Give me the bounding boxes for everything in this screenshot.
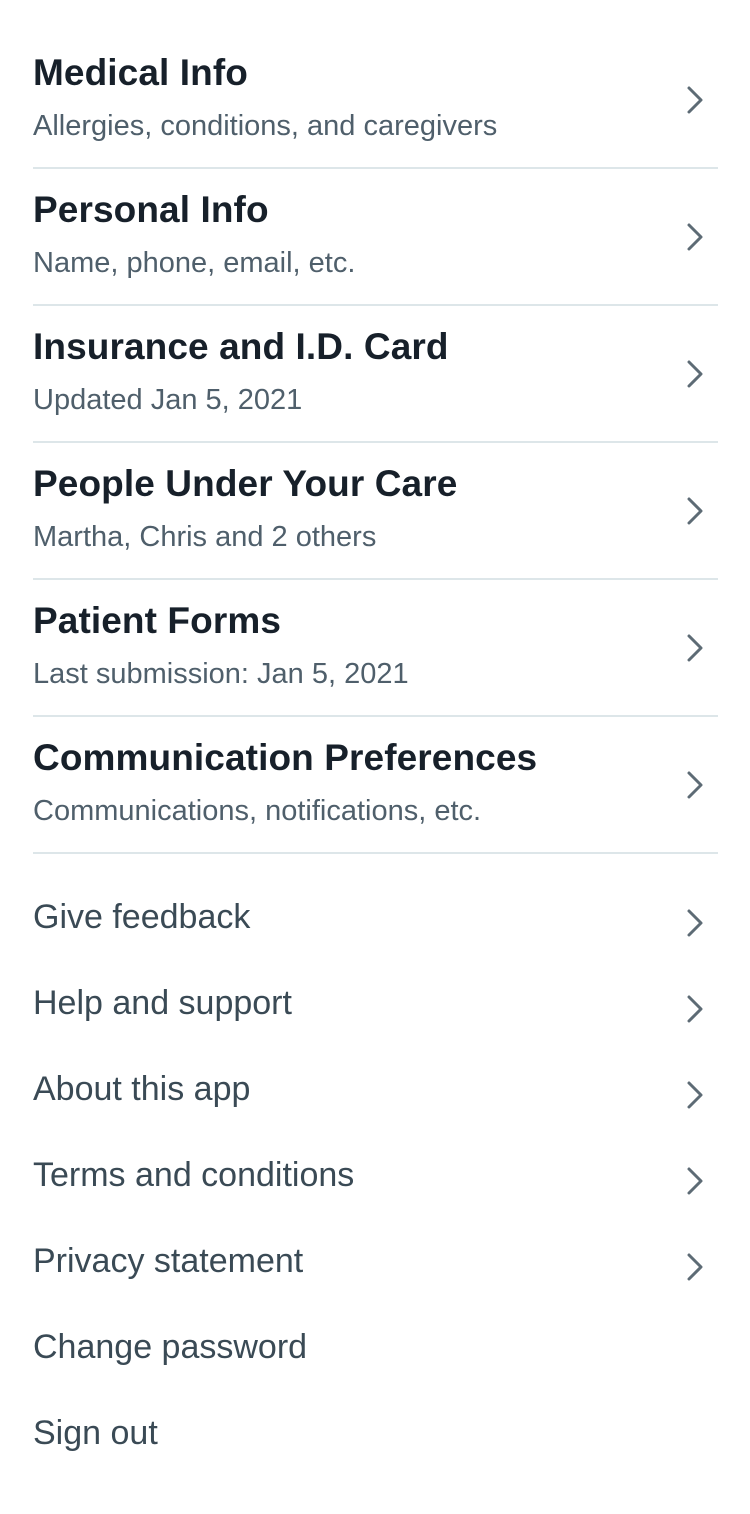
link-label: Privacy statement [33, 1242, 304, 1280]
menu-item-title: People Under Your Care [33, 463, 458, 504]
menu-item-subtitle: Name, phone, email, etc. [33, 247, 356, 279]
link-privacy-statement[interactable]: Privacy statement [33, 1224, 718, 1310]
chevron-right-icon [684, 1080, 706, 1110]
menu-item-patient-forms[interactable]: Patient Forms Last submission: Jan 5, 20… [33, 580, 718, 717]
menu-item-subtitle: Allergies, conditions, and caregivers [33, 110, 498, 142]
menu-item-communication-preferences[interactable]: Communication Preferences Communications… [33, 717, 718, 854]
chevron-right-icon [684, 994, 706, 1024]
menu-item-subtitle: Updated Jan 5, 2021 [33, 384, 303, 416]
link-label: About this app [33, 1070, 251, 1108]
chevron-right-icon [684, 1252, 706, 1282]
chevron-right-icon [684, 1166, 706, 1196]
link-label: Sign out [33, 1414, 158, 1452]
change-password-button[interactable]: Change password [33, 1310, 718, 1396]
menu-item-people-under-your-care[interactable]: People Under Your Care Martha, Chris and… [33, 443, 718, 580]
chevron-right-icon [684, 222, 706, 252]
menu-item-subtitle: Martha, Chris and 2 others [33, 521, 377, 553]
menu-item-subtitle: Last submission: Jan 5, 2021 [33, 658, 409, 690]
chevron-right-icon [684, 908, 706, 938]
chevron-right-icon [684, 633, 706, 663]
link-label: Change password [33, 1328, 308, 1366]
menu-item-insurance-id-card[interactable]: Insurance and I.D. Card Updated Jan 5, 2… [33, 306, 718, 443]
link-help-and-support[interactable]: Help and support [33, 966, 718, 1052]
link-label: Help and support [33, 984, 292, 1022]
link-terms-and-conditions[interactable]: Terms and conditions [33, 1138, 718, 1224]
menu-item-title: Personal Info [33, 189, 269, 230]
menu-item-title: Insurance and I.D. Card [33, 326, 449, 367]
chevron-right-icon [684, 770, 706, 800]
menu-item-title: Communication Preferences [33, 737, 538, 778]
chevron-right-icon [684, 359, 706, 389]
link-give-feedback[interactable]: Give feedback [33, 880, 718, 966]
link-label: Terms and conditions [33, 1156, 355, 1194]
chevron-right-icon [684, 85, 706, 115]
menu-item-title: Patient Forms [33, 600, 282, 641]
settings-link-list: Give feedback Help and support About thi… [33, 880, 718, 1482]
menu-item-medical-info[interactable]: Medical Info Allergies, conditions, and … [33, 32, 718, 169]
link-about-this-app[interactable]: About this app [33, 1052, 718, 1138]
menu-item-personal-info[interactable]: Personal Info Name, phone, email, etc. [33, 169, 718, 306]
link-label: Give feedback [33, 898, 251, 936]
menu-item-subtitle: Communications, notifications, etc. [33, 795, 482, 827]
chevron-right-icon [684, 496, 706, 526]
profile-section-list: Medical Info Allergies, conditions, and … [33, 32, 718, 854]
sign-out-button[interactable]: Sign out [33, 1396, 718, 1482]
menu-item-title: Medical Info [33, 52, 248, 93]
